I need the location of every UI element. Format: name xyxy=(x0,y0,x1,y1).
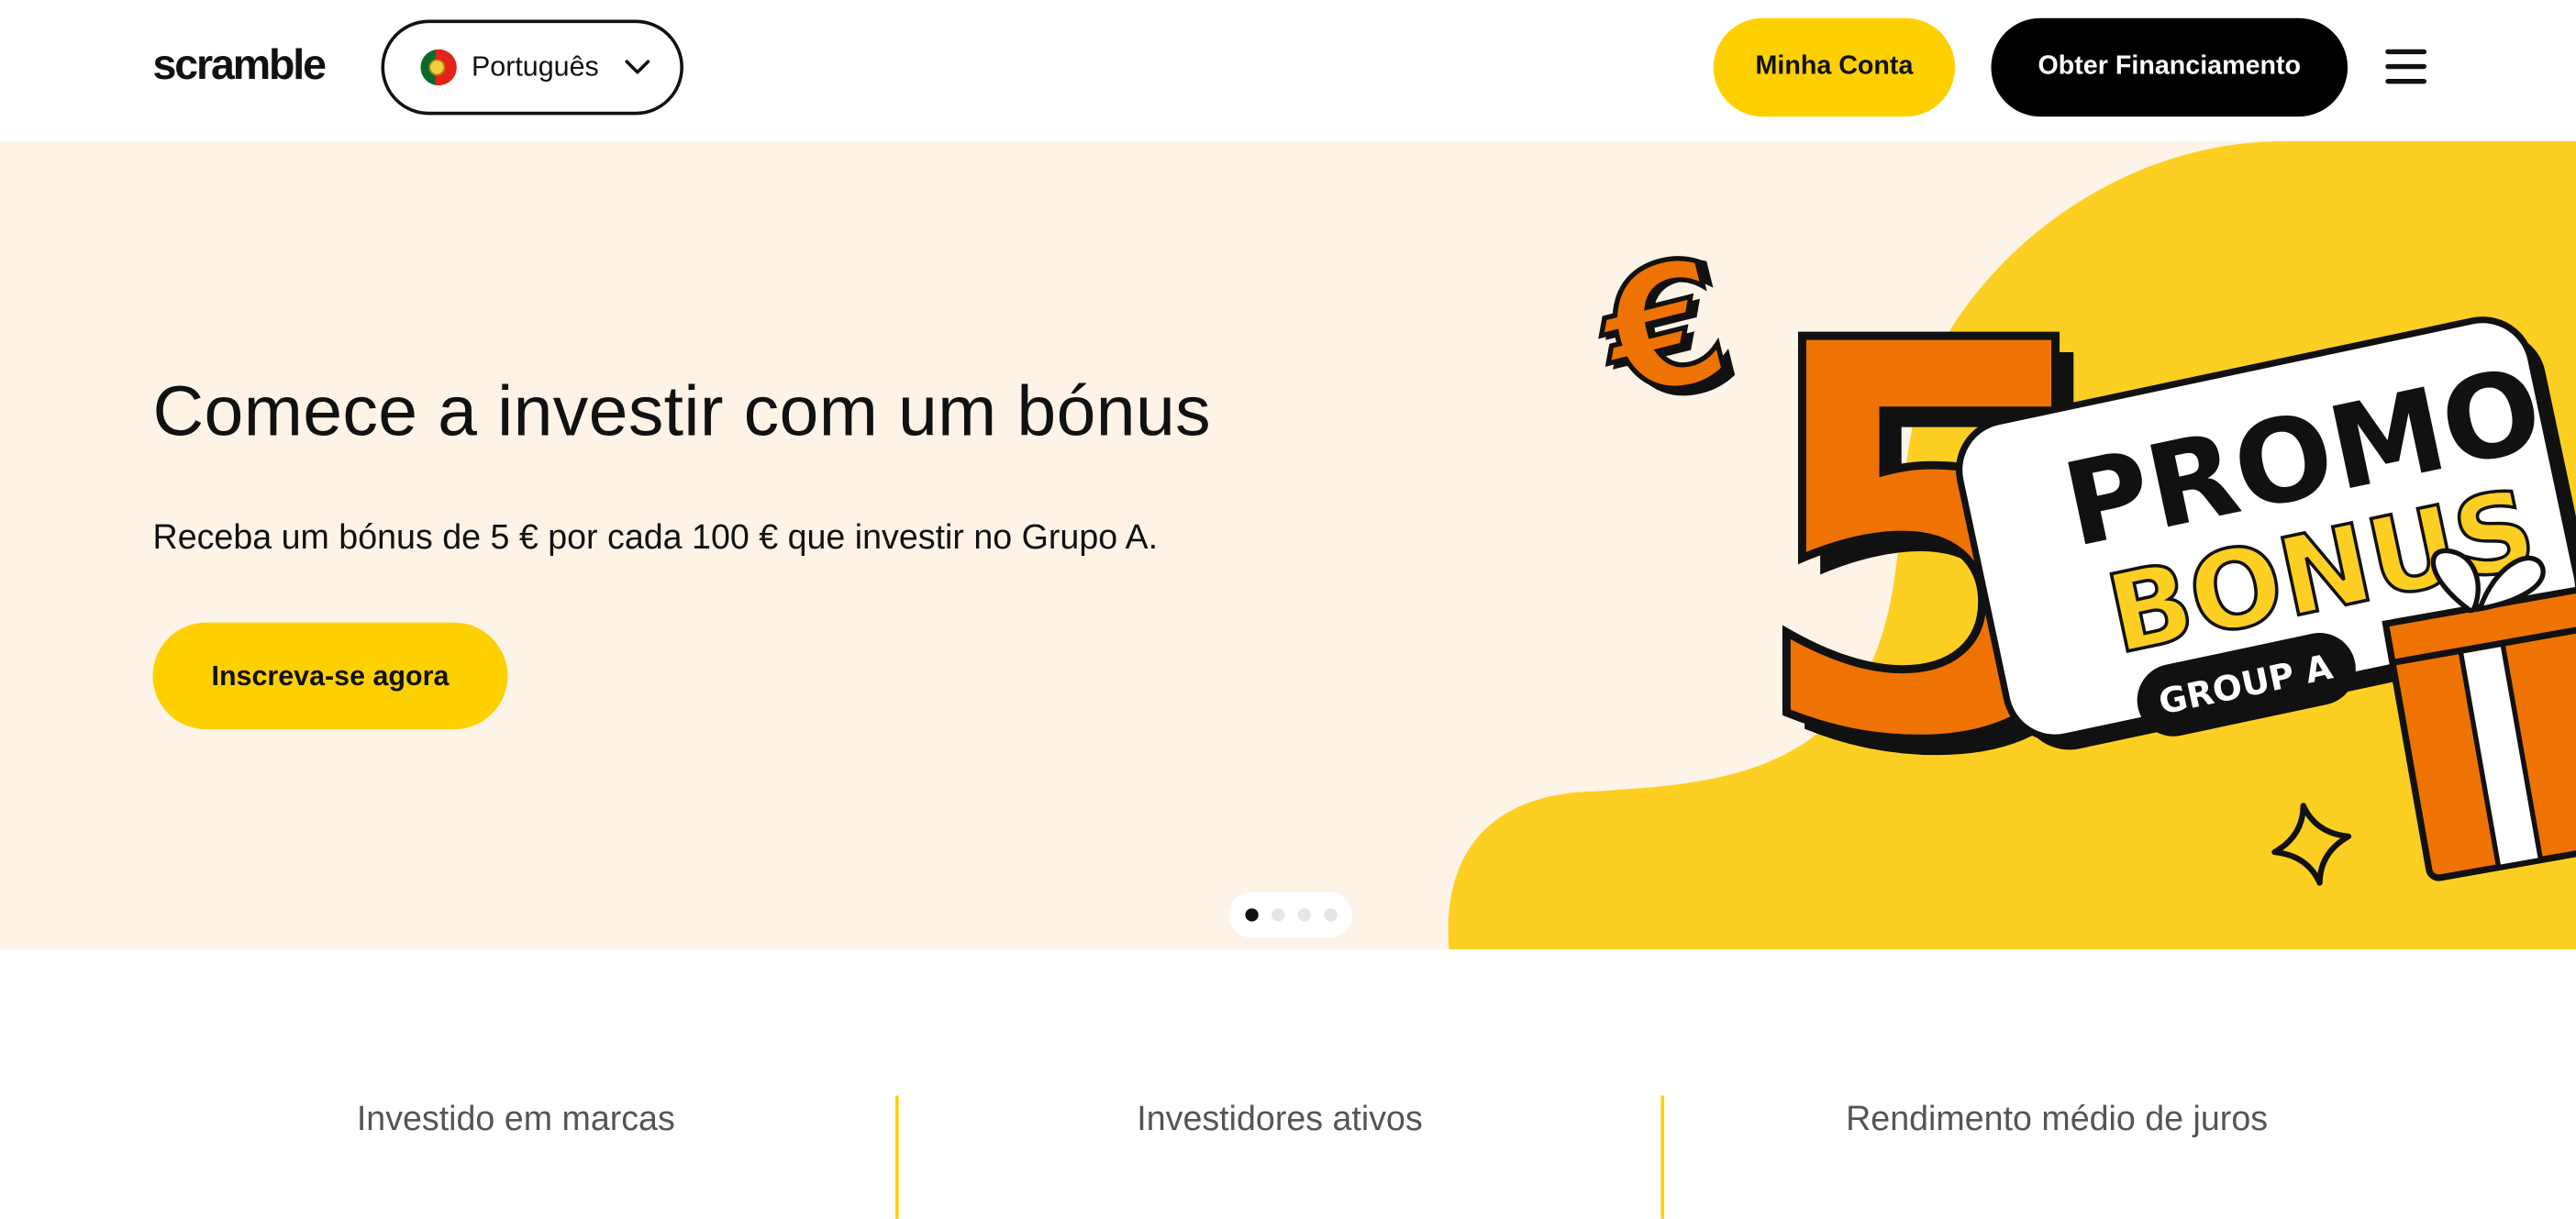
language-selector[interactable]: Português xyxy=(381,19,683,116)
site-header: scramble Português Minha Conta Obter Fin… xyxy=(0,0,2576,142)
carousel-pagination xyxy=(1228,892,1352,938)
stats-divider xyxy=(1660,1095,1665,1219)
stat-investors-label: Investidores ativos xyxy=(1137,1100,1423,1139)
hero-subtitle: Receba um bónus de 5 € por cada 100 € qu… xyxy=(152,518,1159,558)
stat-interest-label: Rendimento médio de juros xyxy=(1846,1100,2269,1139)
get-funding-button[interactable]: Obter Financiamento xyxy=(1991,17,2348,117)
carousel-dot[interactable] xyxy=(1271,908,1284,922)
promo-bonus-illustration: € € 5 5 PROMO BONUS GROUP A xyxy=(1448,141,2576,950)
carousel-dot[interactable] xyxy=(1296,908,1311,922)
portugal-flag-icon xyxy=(420,49,457,86)
hamburger-menu-icon[interactable] xyxy=(2385,49,2427,84)
stats-divider xyxy=(894,1095,899,1219)
signup-now-button[interactable]: Inscreva-se agora xyxy=(152,622,508,730)
euro-icon: € € xyxy=(1577,216,1760,452)
hero-title: Comece a investir com um bónus xyxy=(152,372,1211,452)
svg-text:€: € xyxy=(1579,218,1746,441)
stat-invested-label: Investido em marcas xyxy=(356,1100,675,1139)
hero-banner: Comece a investir com um bónus Receba um… xyxy=(0,141,2576,950)
carousel-dot[interactable] xyxy=(1323,908,1337,922)
scramble-logo[interactable]: scramble xyxy=(153,39,327,91)
carousel-dot[interactable] xyxy=(1244,908,1258,922)
language-label: Português xyxy=(471,50,599,83)
chevron-down-icon xyxy=(624,59,650,75)
my-account-button[interactable]: Minha Conta xyxy=(1713,17,1956,117)
